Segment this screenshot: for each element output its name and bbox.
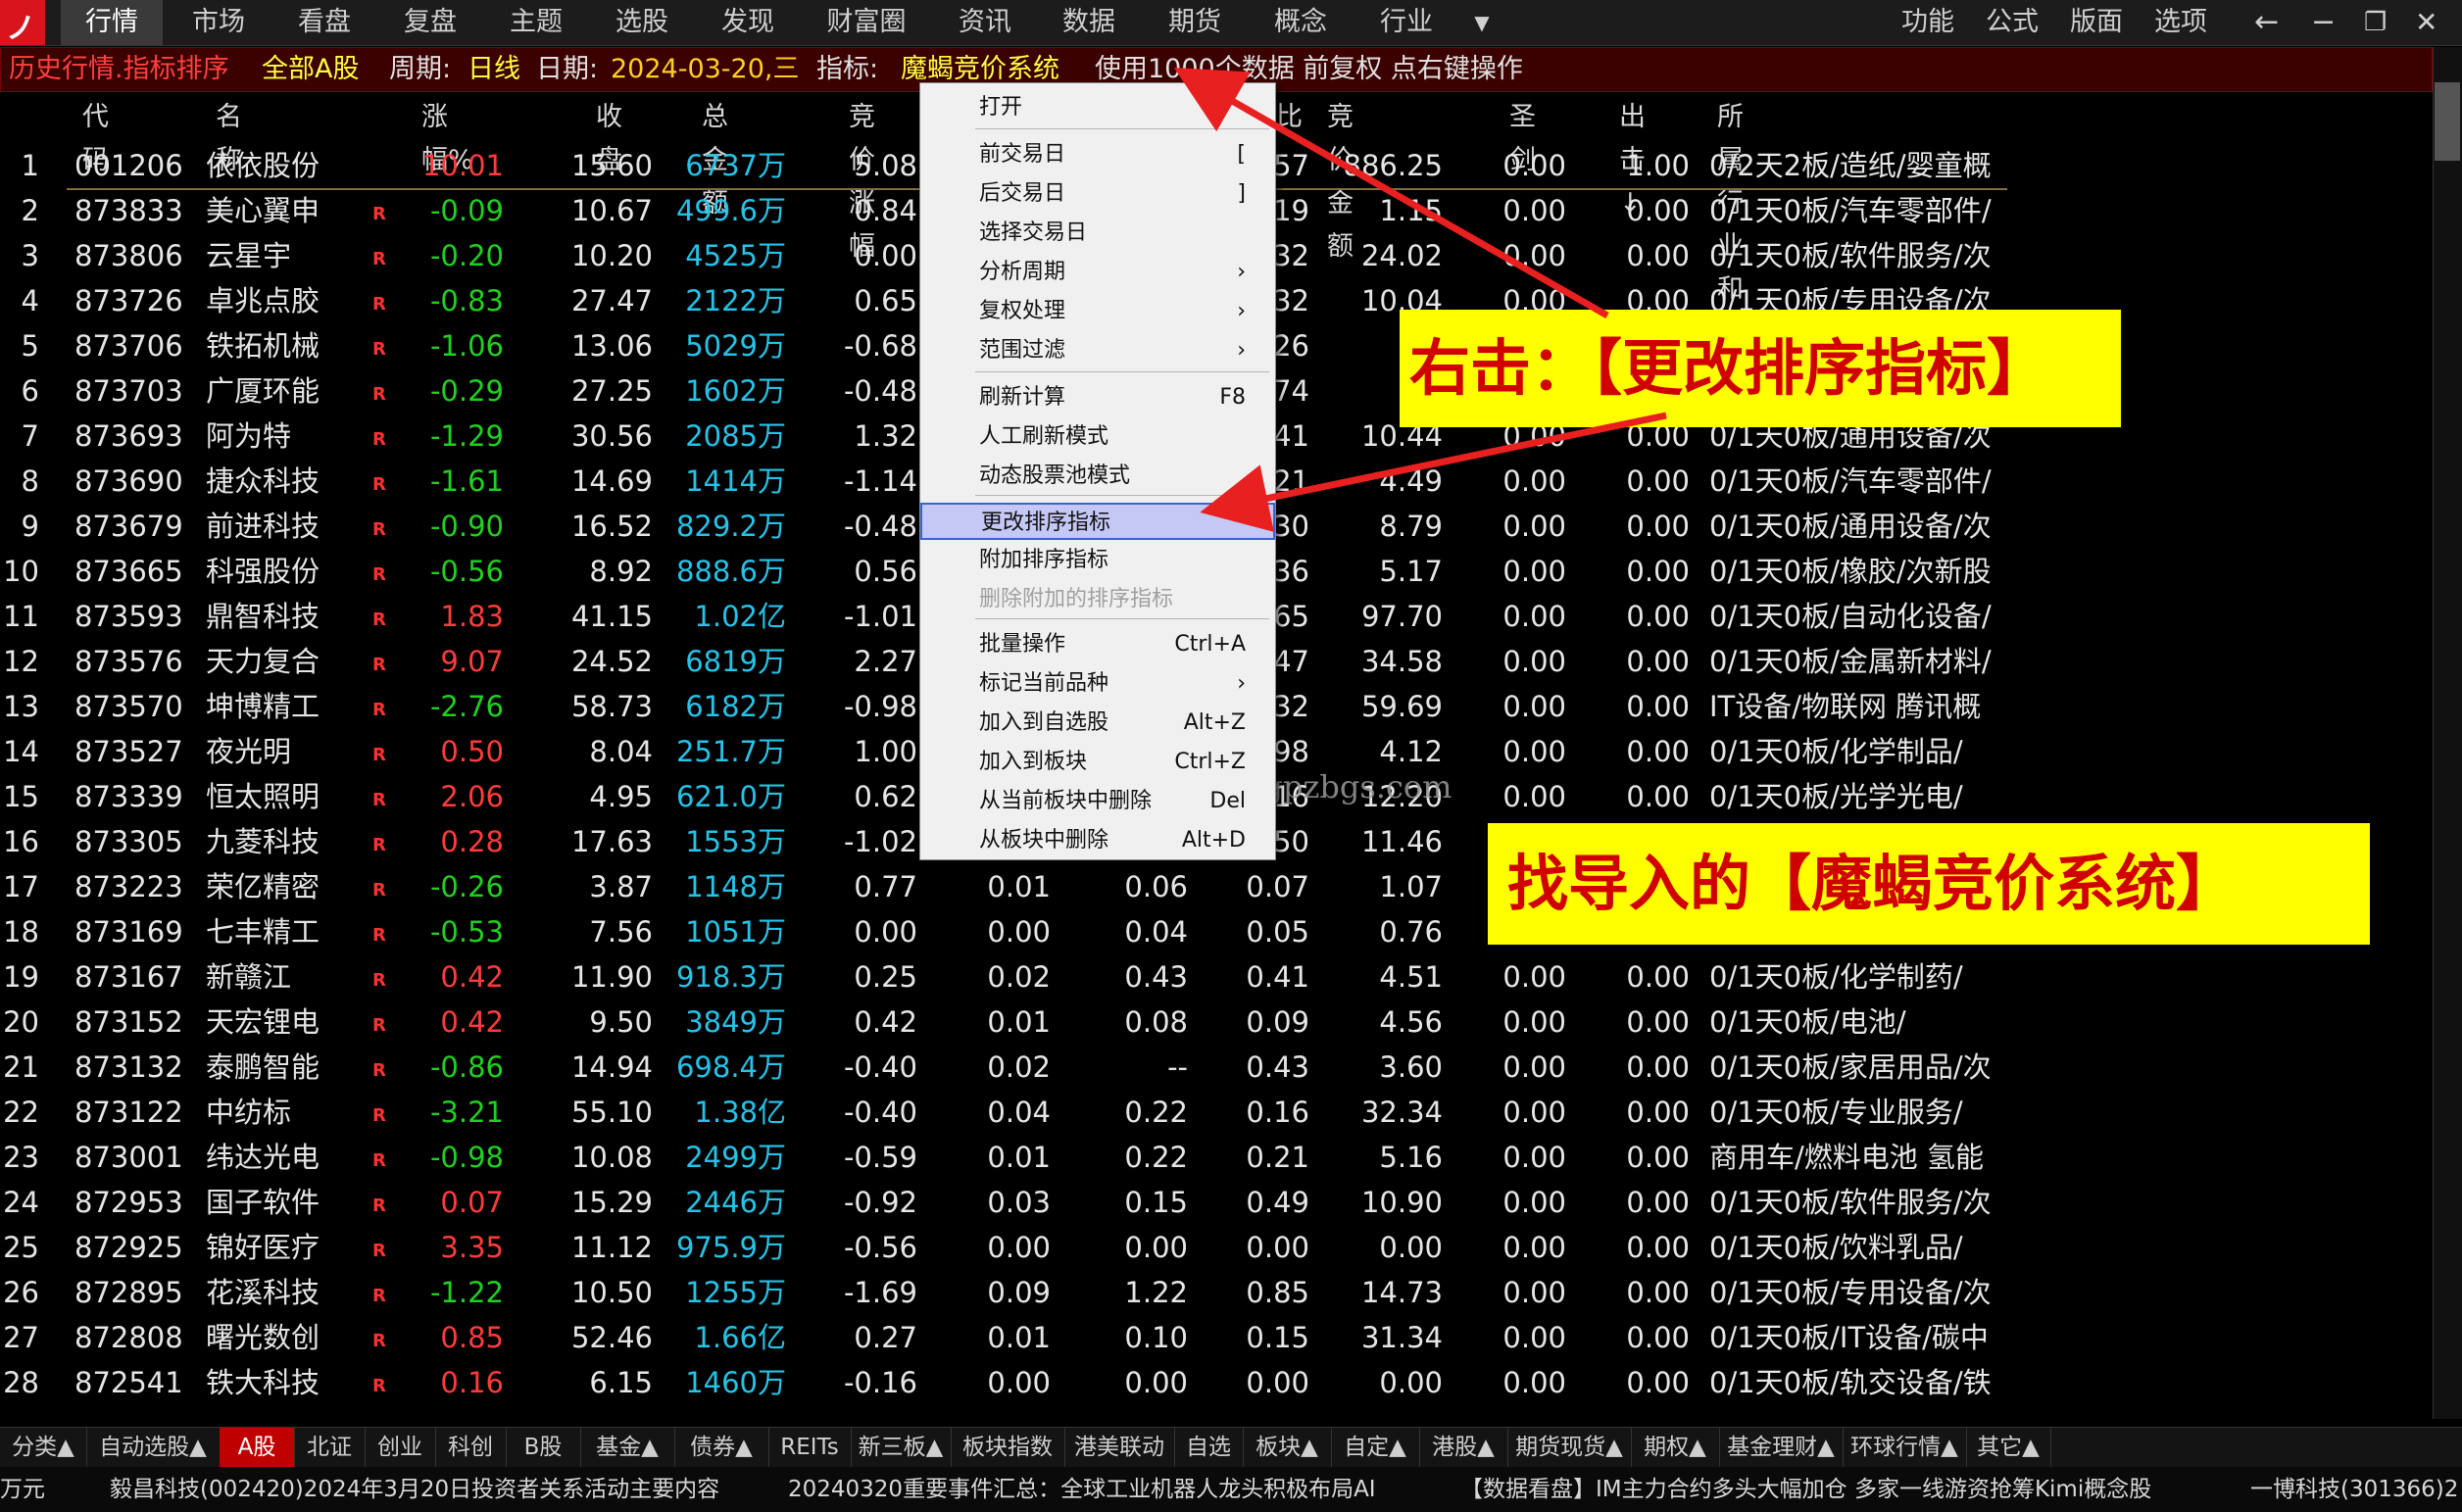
- bottom-tab[interactable]: 新三板▲: [851, 1428, 952, 1467]
- news-ticker: 万元 毅昌科技(002420)2024年3月20日投资者关系活动主要内容 202…: [0, 1467, 2462, 1512]
- bottom-tab[interactable]: 自动选股▲: [86, 1428, 221, 1467]
- bottom-tab[interactable]: 期权▲: [1631, 1428, 1720, 1467]
- vertical-scrollbar[interactable]: [2433, 47, 2462, 1419]
- bottom-tab[interactable]: 自选: [1174, 1428, 1244, 1467]
- bottom-tab[interactable]: 科创: [435, 1428, 507, 1467]
- bottom-tab[interactable]: 分类▲: [0, 1428, 87, 1467]
- ticker-item[interactable]: 【数据看盘】IM主力合约多头大幅加仓 多家一线游资抢筹Kimi概念股: [1460, 1467, 2151, 1512]
- bottom-tab[interactable]: 基金理财▲: [1719, 1428, 1844, 1467]
- arrow-to-menu-item: [1200, 412, 1667, 532]
- bottom-tab[interactable]: 港美联动: [1064, 1428, 1175, 1467]
- bottom-tab[interactable]: 北证: [294, 1428, 366, 1467]
- bottom-tab[interactable]: A股: [220, 1428, 295, 1467]
- ticker-unit: 万元: [0, 1477, 45, 1502]
- bottom-tab[interactable]: 期货现货▲: [1507, 1428, 1632, 1467]
- bottom-tab[interactable]: 基金▲: [580, 1428, 675, 1467]
- bottom-tab[interactable]: 环球行情▲: [1843, 1428, 1967, 1467]
- bottom-tab-bar: 分类▲ 自动选股▲ A股 北证 创业 科创 B股 基金▲ 债券▲ REITs 新三板▲ 板块指数 港美联…: [0, 1427, 2462, 1467]
- ticker-item[interactable]: 毅昌科技(002420)2024年3月20日投资者关系活动主要内容: [110, 1467, 719, 1512]
- ticker-item[interactable]: 20240320重要事件汇总：全球工业机器人龙头积极布局AI: [788, 1467, 1376, 1512]
- bottom-tab[interactable]: 创业: [365, 1428, 436, 1467]
- bottom-tab[interactable]: 板块▲: [1243, 1428, 1332, 1467]
- arrow-to-indicator: [1173, 68, 1609, 319]
- bottom-tab[interactable]: 自定▲: [1331, 1428, 1420, 1467]
- annotation-arrows: [1173, 68, 1667, 532]
- bottom-tab[interactable]: 板块指数: [951, 1428, 1065, 1467]
- bottom-tab[interactable]: B股: [506, 1428, 581, 1467]
- bottom-tab[interactable]: 港股▲: [1419, 1428, 1508, 1467]
- ticker-item[interactable]: 一博科技(301366)2: [2250, 1467, 2458, 1512]
- bottom-tab[interactable]: 其它▲: [1966, 1428, 2051, 1467]
- scrollbar-thumb[interactable]: [2435, 82, 2460, 161]
- bottom-tab[interactable]: REITs: [768, 1428, 852, 1467]
- bottom-tab[interactable]: 债券▲: [674, 1428, 769, 1467]
